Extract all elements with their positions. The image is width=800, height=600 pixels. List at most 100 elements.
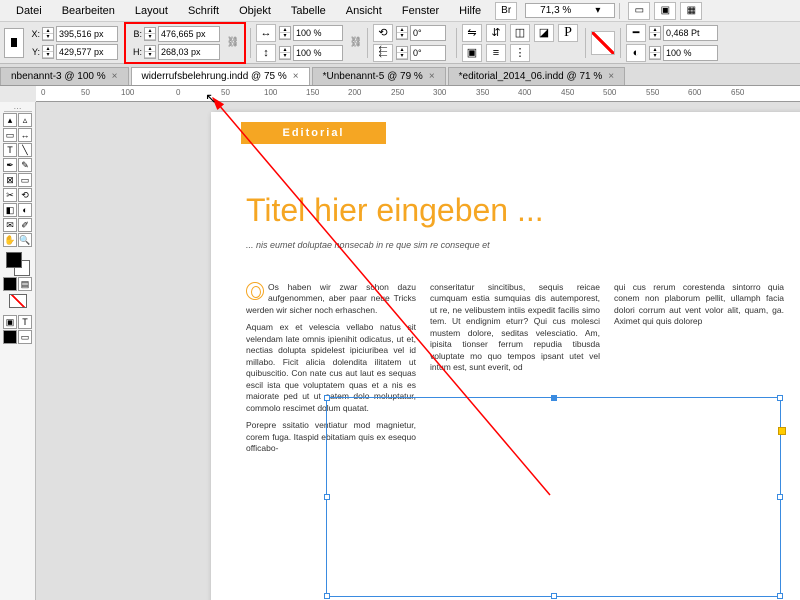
- apply-color-icon[interactable]: [3, 277, 17, 291]
- close-icon[interactable]: ×: [608, 71, 614, 82]
- screen-mode-icon[interactable]: ▣: [654, 2, 676, 20]
- toolbox-grip-icon[interactable]: ⋯: [4, 104, 32, 112]
- y-input[interactable]: [56, 44, 118, 60]
- menu-datei[interactable]: Datei: [6, 5, 52, 17]
- gradient-feather-tool-icon[interactable]: ◐: [18, 203, 32, 217]
- opacity-spinner[interactable]: ▴▾: [649, 46, 661, 60]
- rectangle-frame-tool-icon[interactable]: ⊠: [3, 173, 17, 187]
- fit-frame-icon[interactable]: ▣: [462, 44, 482, 62]
- height-input[interactable]: [158, 44, 220, 60]
- scale-y-spinner[interactable]: ▴▾: [279, 46, 291, 60]
- doc-tab-3[interactable]: *editorial_2014_06.indd @ 71 %×: [448, 67, 625, 85]
- transform-tool-icon[interactable]: ⟲: [18, 188, 32, 202]
- ruler-mark: 300: [433, 88, 446, 97]
- screen-mode-normal-icon[interactable]: [3, 330, 17, 344]
- x-input[interactable]: [56, 26, 118, 42]
- close-icon[interactable]: ×: [293, 71, 299, 82]
- handle-bottom-mid[interactable]: [551, 593, 557, 599]
- link-scale-icon[interactable]: ⛓: [349, 37, 363, 48]
- close-icon[interactable]: ×: [429, 71, 435, 82]
- menu-hilfe[interactable]: Hilfe: [449, 5, 491, 17]
- hand-tool-icon[interactable]: ✋: [3, 233, 17, 247]
- zoom-tool-icon[interactable]: 🔍: [18, 233, 32, 247]
- page-tool-icon[interactable]: ▭: [3, 128, 17, 142]
- live-corner-icon[interactable]: [778, 427, 786, 435]
- flip-h-icon[interactable]: ⇋: [462, 24, 482, 42]
- menu-layout[interactable]: Layout: [125, 5, 178, 17]
- ruler-mark: 600: [688, 88, 701, 97]
- menu-ansicht[interactable]: Ansicht: [336, 5, 392, 17]
- opacity-input[interactable]: [663, 45, 718, 61]
- w-spinner[interactable]: ▴▾: [144, 27, 156, 41]
- doc-tab-0[interactable]: nbenannt-3 @ 100 %×: [0, 67, 129, 85]
- distribute-icon[interactable]: ⋮: [510, 44, 530, 62]
- selection-frame[interactable]: [326, 397, 781, 597]
- stroke-input[interactable]: [663, 25, 718, 41]
- rotate-spinner[interactable]: ▴▾: [396, 26, 408, 40]
- selection-tool-icon[interactable]: ▴: [3, 113, 17, 127]
- doc-tab-1[interactable]: widerrufsbelehrung.indd @ 75 %×: [131, 67, 310, 85]
- pencil-tool-icon[interactable]: ✎: [18, 158, 32, 172]
- flip-v-icon[interactable]: ⇵: [486, 24, 506, 42]
- opacity-icon: ◐: [626, 44, 646, 62]
- menu-objekt[interactable]: Objekt: [229, 5, 281, 17]
- link-wh-icon[interactable]: ⛓: [226, 26, 240, 60]
- direct-selection-tool-icon[interactable]: ▵: [18, 113, 32, 127]
- gradient-tool-icon[interactable]: ◧: [3, 203, 17, 217]
- menu-fenster[interactable]: Fenster: [392, 5, 449, 17]
- zoom-level[interactable]: 71,3 %▾: [525, 3, 615, 18]
- h-spinner[interactable]: ▴▾: [144, 45, 156, 59]
- handle-mid-left[interactable]: [324, 494, 330, 500]
- shear-input[interactable]: [410, 45, 446, 61]
- eyedropper-tool-icon[interactable]: ✐: [18, 218, 32, 232]
- x-spinner[interactable]: ▴▾: [42, 27, 54, 41]
- select-content-icon[interactable]: ◪: [534, 24, 554, 42]
- paragraph-style-icon[interactable]: P: [558, 24, 578, 42]
- scale-x-spinner[interactable]: ▴▾: [279, 26, 291, 40]
- scissors-tool-icon[interactable]: ✂: [3, 188, 17, 202]
- horizontal-ruler: 0501000501001502002503003504004505005506…: [36, 86, 800, 102]
- type-tool-icon[interactable]: T: [3, 143, 17, 157]
- align-icon[interactable]: ≡: [486, 44, 506, 62]
- apply-gradient-icon[interactable]: ▤: [18, 277, 32, 291]
- handle-top-left[interactable]: [324, 395, 330, 401]
- stroke-spinner[interactable]: ▴▾: [649, 26, 661, 40]
- doc-tab-2[interactable]: *Unbenannt-5 @ 79 %×: [312, 67, 446, 85]
- note-tool-icon[interactable]: ✉: [3, 218, 17, 232]
- handle-top-mid[interactable]: [551, 395, 557, 401]
- scale-y-input[interactable]: [293, 45, 343, 61]
- page-headline: Titel hier eingeben ...: [246, 192, 544, 229]
- rotate-input[interactable]: [410, 25, 446, 41]
- select-container-icon[interactable]: ◫: [510, 24, 530, 42]
- bridge-button[interactable]: Br: [495, 2, 517, 20]
- apply-none-icon[interactable]: [9, 294, 27, 308]
- scale-x-input[interactable]: [293, 25, 343, 41]
- canvas[interactable]: Editorial Titel hier eingeben ... ... ni…: [36, 102, 800, 600]
- pen-tool-icon[interactable]: ✒: [3, 158, 17, 172]
- normal-view-icon[interactable]: ▣: [3, 315, 17, 329]
- menu-tabelle[interactable]: Tabelle: [281, 5, 336, 17]
- close-icon[interactable]: ×: [112, 71, 118, 82]
- arrange-icon[interactable]: ▦: [680, 2, 702, 20]
- gap-tool-icon[interactable]: ↔: [18, 128, 32, 142]
- handle-mid-right[interactable]: [777, 494, 783, 500]
- reference-point-icon[interactable]: [4, 28, 24, 58]
- menu-bearbeiten[interactable]: Bearbeiten: [52, 5, 125, 17]
- ruler-mark: 250: [391, 88, 404, 97]
- y-spinner[interactable]: ▴▾: [42, 45, 54, 59]
- handle-bottom-right[interactable]: [777, 593, 783, 599]
- fill-stroke-swatch[interactable]: [6, 252, 30, 276]
- screen-mode-preview-icon[interactable]: ▭: [18, 330, 32, 344]
- chevron-down-icon: ▾: [585, 5, 610, 16]
- menu-schrift[interactable]: Schrift: [178, 5, 229, 17]
- rectangle-tool-icon[interactable]: ▭: [18, 173, 32, 187]
- ruler-mark: 350: [476, 88, 489, 97]
- preview-view-icon[interactable]: T: [18, 315, 32, 329]
- fill-none-icon[interactable]: [591, 31, 615, 55]
- handle-bottom-left[interactable]: [324, 593, 330, 599]
- line-tool-icon[interactable]: ╲: [18, 143, 32, 157]
- width-input[interactable]: [158, 26, 220, 42]
- shear-spinner[interactable]: ▴▾: [396, 46, 408, 60]
- view-mode-icon[interactable]: ▭: [628, 2, 650, 20]
- handle-top-right[interactable]: [777, 395, 783, 401]
